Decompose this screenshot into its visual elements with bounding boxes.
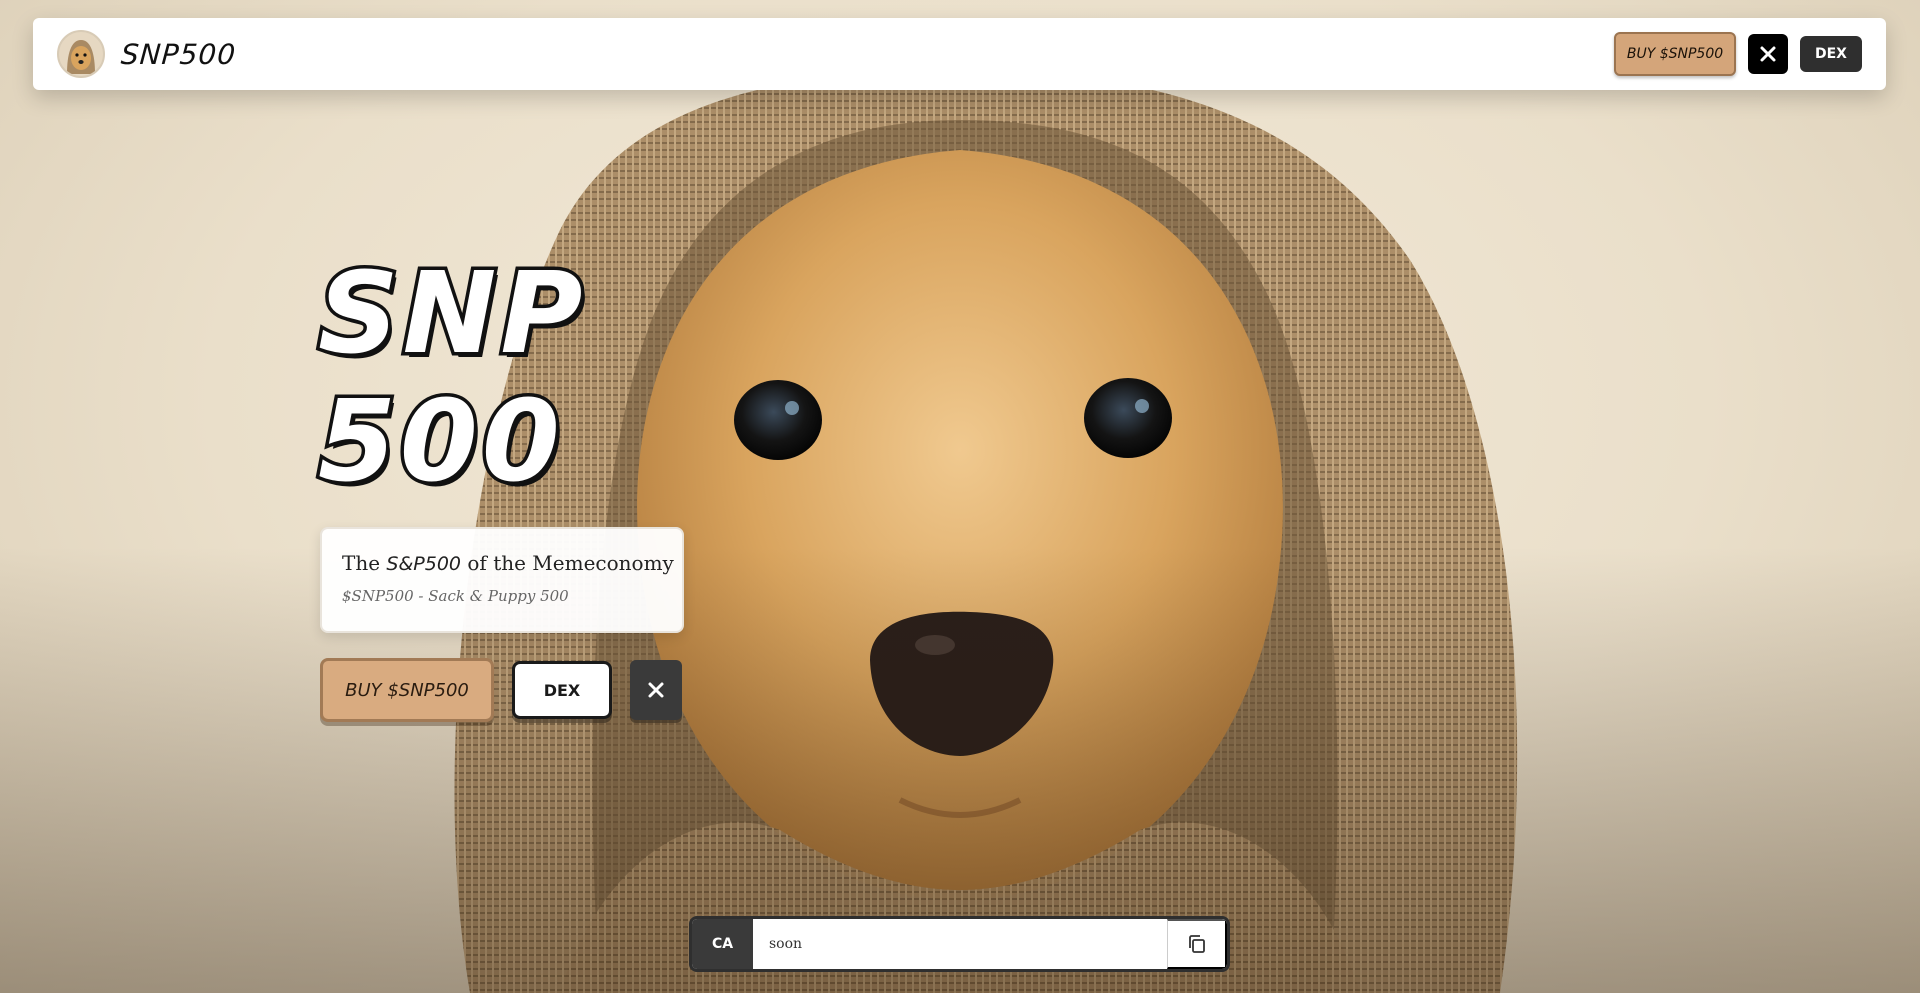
tagline: The S&P500 of the Memeconomy: [342, 551, 674, 575]
ca-label: CA: [692, 919, 753, 969]
x-link-nav[interactable]: [1748, 34, 1788, 74]
buy-button-hero[interactable]: BUY $SNP500: [320, 658, 494, 722]
copy-icon: [1188, 935, 1205, 953]
buy-button-nav[interactable]: BUY $SNP500: [1614, 32, 1736, 76]
brand-name[interactable]: SNP500: [120, 38, 237, 71]
x-twitter-icon: [1760, 46, 1776, 62]
hero-overlay: [0, 0, 1920, 993]
ca-field[interactable]: [753, 919, 1167, 969]
x-link-hero[interactable]: [630, 660, 682, 720]
tagline-brand: S&P500: [386, 553, 462, 575]
hero-actions: BUY $SNP500 DEX: [320, 658, 682, 722]
dex-button-nav[interactable]: DEX: [1800, 36, 1862, 72]
contract-address-bar: CA: [689, 916, 1230, 972]
top-navbar: SNP500 BUY $SNP500 DEX: [33, 18, 1886, 90]
hero-title-line-2: 500: [315, 375, 564, 510]
hero-title: SNP 500: [315, 247, 618, 510]
hero-title-line-1: SNP: [315, 247, 587, 382]
tagline-prefix: The: [342, 551, 381, 575]
puppy-logo-icon: [67, 40, 95, 74]
logo-avatar[interactable]: [57, 30, 105, 78]
hero-background: [0, 0, 1920, 993]
tagline-subtitle: $SNP500 - Sack & Puppy 500: [342, 587, 569, 605]
tagline-card: The S&P500 of the Memeconomy $SNP500 - S…: [320, 527, 684, 633]
copy-button[interactable]: [1167, 919, 1227, 969]
dex-button-hero[interactable]: DEX: [512, 661, 612, 719]
x-twitter-icon: [648, 682, 664, 698]
nav-actions: BUY $SNP500 DEX: [1614, 32, 1862, 76]
tagline-suffix: of the Memeconomy: [467, 551, 674, 575]
